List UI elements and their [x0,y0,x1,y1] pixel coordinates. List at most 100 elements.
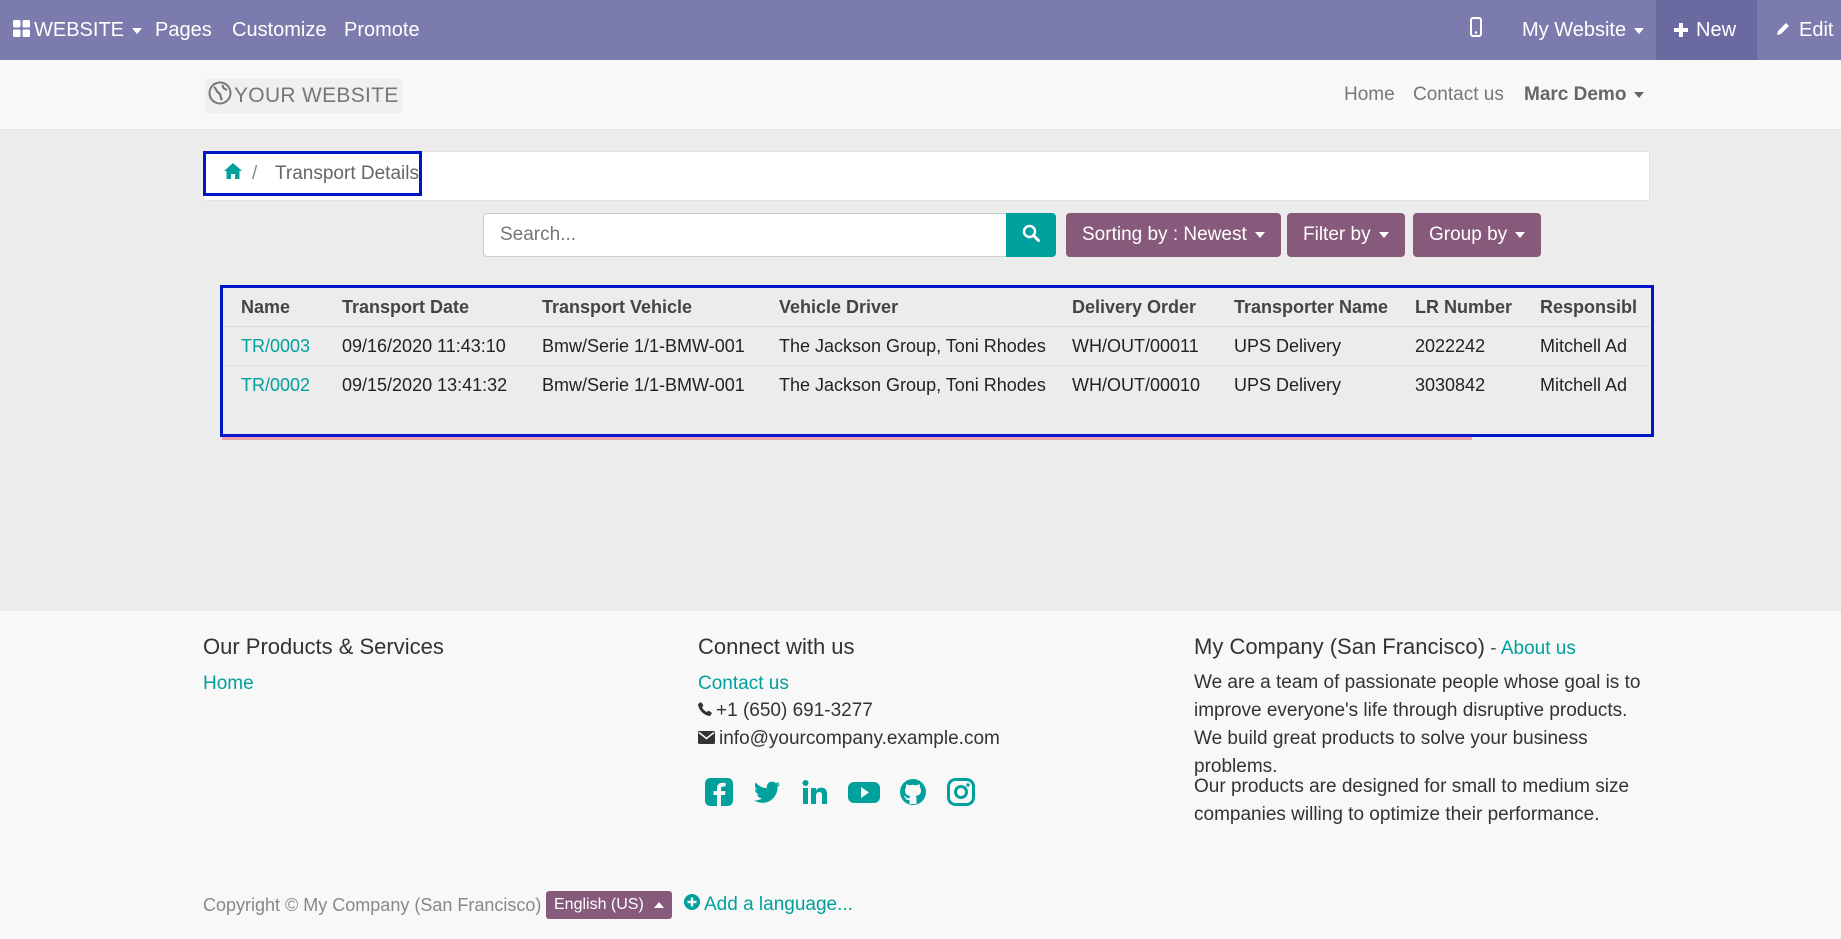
sorting-label: Sorting by : Newest [1082,224,1247,245]
table-header-row: Name Transport Date Transport Vehicle Ve… [223,288,1650,327]
cell-name[interactable]: TR/0002 [223,365,324,404]
pages-menu[interactable]: Pages [155,0,212,60]
search-input[interactable] [483,213,1006,257]
about-us-link[interactable]: About us [1501,638,1576,659]
chevron-down-icon [1634,27,1645,34]
logo-text: YOUR WEBSITE [234,84,399,107]
table-row[interactable]: TR/0003 09/16/2020 11:43:10 Bmw/Serie 1/… [223,326,1650,366]
column-header-vehicle-driver: Vehicle Driver [779,296,899,317]
language-selector[interactable]: English (US) [546,891,672,919]
chevron-up-icon [653,901,664,908]
chevron-down-icon [1378,231,1389,238]
add-language-label: Add a language... [704,894,853,916]
column-header-name: Name [241,296,291,317]
group-dropdown[interactable]: Group by [1413,213,1542,257]
user-name: Marc Demo [1524,84,1627,105]
cell-responsible: Mitchell Ad [1522,365,1650,404]
phone-icon [698,697,712,725]
sorting-dropdown[interactable]: Sorting by : Newest [1066,213,1281,257]
cell-transport-date: 09/16/2020 11:43:10 [324,326,524,366]
company-name: My Company (San Francisco) [1194,634,1485,659]
promote-menu[interactable]: Promote [344,0,420,60]
search-icon [1022,224,1040,247]
footer-company-title: My Company (San Francisco) - About us [1194,634,1576,660]
company-dash: - [1484,638,1501,659]
website-menu[interactable]: WEBSITE [13,0,143,61]
column-header-transport-date: Transport Date [342,296,470,317]
mobile-preview-button[interactable] [1470,0,1482,60]
breadcrumb-separator: / [252,163,258,184]
column-header-responsible: Responsibl [1540,296,1638,317]
record-link[interactable]: TR/0002 [241,375,310,395]
cell-delivery-order: WH/OUT/00011 [1054,326,1216,366]
cell-lr-number: 3030842 [1397,365,1522,404]
user-menu[interactable]: Marc Demo [1524,84,1645,106]
transport-table: Name Transport Date Transport Vehicle Ve… [223,288,1650,404]
cell-vehicle-driver: The Jackson Group, Toni Rhodes [761,365,1054,404]
customize-menu[interactable]: Customize [232,0,326,60]
table-row[interactable]: TR/0002 09/15/2020 13:41:32 Bmw/Serie 1/… [223,365,1650,404]
footer-home-link[interactable]: Home [203,673,254,695]
chevron-down-icon [1254,231,1265,238]
footer-email: info@yourcompany.example.com [698,725,1000,753]
new-button[interactable]: New [1656,0,1757,60]
footer-products-title: Our Products & Services [203,634,444,659]
footer-about-paragraph-2: Our products are designed for small to m… [1194,776,1630,825]
my-website-menu[interactable]: My Website [1522,0,1645,60]
copyright-text: Copyright © My Company (San Francisco) [203,895,542,915]
email-address: info@yourcompany.example.com [719,728,1000,750]
twitter-icon[interactable] [752,777,782,807]
breadcrumb-current: Transport Details [275,163,419,184]
language-label: English (US) [554,896,644,913]
instagram-icon[interactable] [946,777,976,807]
filter-label: Filter by [1303,224,1371,245]
cell-vehicle-driver: The Jackson Group, Toni Rhodes [761,326,1054,366]
column-header-transporter-name: Transporter Name [1234,296,1389,317]
filter-dropdown[interactable]: Filter by [1287,213,1405,257]
footer-contact-link[interactable]: Contact us [698,673,789,695]
apps-icon [13,1,30,61]
website-menu-label: WEBSITE [34,19,125,41]
table-scrollbar[interactable] [222,437,1472,440]
new-label: New [1696,19,1737,41]
footer-about-paragraph-1: We are a team of passionate people whose… [1194,672,1641,777]
edit-button[interactable]: Edit [1757,0,1841,60]
footer-connect-title: Connect with us [698,634,855,659]
footer-phone: +1 (650) 691-3277 [698,697,873,725]
my-website-label: My Website [1522,19,1627,41]
cell-transport-vehicle: Bmw/Serie 1/1-BMW-001 [524,326,761,366]
plus-icon [1674,1,1688,61]
breadcrumb-home[interactable] [224,163,242,184]
column-header-delivery-order: Delivery Order [1072,296,1197,317]
chevron-down-icon [132,27,143,34]
cell-transport-date: 09/15/2020 13:41:32 [324,365,524,404]
transport-table-container: Name Transport Date Transport Vehicle Ve… [220,285,1654,437]
site-header: YOUR WEBSITE Home Contact us Marc Demo [0,60,1841,130]
add-language-link[interactable]: Add a language... [684,894,853,916]
youtube-icon[interactable] [848,777,880,807]
github-icon[interactable] [898,777,928,807]
cell-transporter-name: UPS Delivery [1216,365,1397,404]
chevron-down-icon [1634,91,1645,98]
nav-home[interactable]: Home [1344,84,1395,106]
pencil-icon [1775,1,1791,61]
admin-bar: WEBSITE Pages Customize Promote My Websi… [0,0,1841,60]
linkedin-icon[interactable] [800,777,830,807]
cell-transporter-name: UPS Delivery [1216,326,1397,366]
column-header-lr-number: LR Number [1415,296,1513,317]
record-link[interactable]: TR/0003 [241,336,310,356]
cell-lr-number: 2022242 [1397,326,1522,366]
cell-responsible: Mitchell Ad [1522,326,1650,366]
facebook-icon[interactable] [704,777,734,807]
chevron-down-icon [1515,231,1526,238]
cell-name[interactable]: TR/0003 [223,326,324,366]
plus-circle-icon [684,894,700,916]
cell-delivery-order: WH/OUT/00010 [1054,365,1216,404]
column-header-transport-vehicle: Transport Vehicle [542,296,693,317]
search-button[interactable] [1006,213,1056,257]
group-label: Group by [1429,224,1508,245]
nav-contact[interactable]: Contact us [1413,84,1504,106]
globe-icon [208,81,232,111]
cell-transport-vehicle: Bmw/Serie 1/1-BMW-001 [524,365,761,404]
site-logo[interactable]: YOUR WEBSITE [205,79,402,113]
